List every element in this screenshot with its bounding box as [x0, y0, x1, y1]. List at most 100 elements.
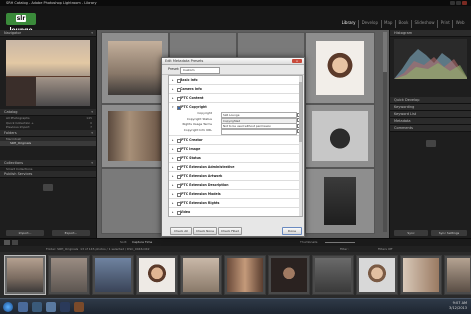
keywording-header[interactable]: Keywording — [390, 104, 471, 111]
section-iptc-creator[interactable]: ▸ IPTC Creator — [169, 136, 302, 145]
disclosure-triangle-icon[interactable]: ▸ — [172, 154, 174, 162]
module-web[interactable]: Web — [453, 20, 467, 28]
publish-services-header[interactable]: Publish Services — [0, 171, 96, 178]
thumbnail-size-slider[interactable] — [325, 242, 355, 243]
close-window-button[interactable] — [462, 1, 467, 5]
filmstrip-thumb[interactable] — [312, 255, 354, 295]
browser-icon[interactable] — [32, 302, 42, 312]
grid-cell[interactable] — [101, 104, 169, 168]
sort-select[interactable]: Capture Time — [132, 240, 152, 244]
folder-item[interactable]: SRH_Originals — [0, 141, 96, 146]
grid-cell[interactable] — [305, 168, 375, 234]
maximize-button[interactable] — [456, 1, 461, 5]
check-none-button[interactable]: Check None — [193, 227, 217, 235]
filmstrip-thumb[interactable] — [48, 255, 90, 295]
disclosure-triangle-icon[interactable]: ▸ — [172, 85, 174, 93]
module-book[interactable]: Book — [396, 20, 412, 28]
collections-header[interactable]: Collections ▾ — [0, 159, 96, 167]
module-print[interactable]: Print — [438, 20, 454, 28]
keyword-list-header[interactable]: Keyword List — [390, 111, 471, 118]
section-checkbox[interactable] — [177, 88, 181, 92]
check-all-button[interactable]: Check All — [170, 227, 192, 235]
section-video[interactable]: ▸ Video — [169, 208, 302, 216]
disclosure-triangle-icon[interactable]: ▸ — [172, 76, 174, 84]
filmstrip-thumb[interactable] — [268, 255, 310, 295]
module-library[interactable]: Library — [339, 20, 360, 28]
section-checkbox[interactable] — [177, 97, 181, 101]
section-checkbox[interactable] — [177, 201, 181, 206]
folders-header[interactable]: Folders ▾ — [0, 129, 96, 137]
grid-view-icon[interactable] — [4, 240, 10, 245]
section-iptc-image[interactable]: ▸ IPTC Image — [169, 145, 302, 154]
grid-scroll-thumb[interactable] — [383, 32, 387, 72]
filmstrip-source[interactable]: Folder: SRH_Originals — [46, 247, 78, 251]
check-filled-button[interactable]: Check Filled — [218, 227, 242, 235]
filmstrip-thumb[interactable] — [136, 255, 178, 295]
minimize-button[interactable] — [450, 1, 455, 5]
section-camera-info[interactable]: ▸ Camera Info — [169, 85, 302, 94]
sync-button[interactable]: Sync — [394, 230, 428, 236]
section-checkbox[interactable] — [177, 210, 181, 215]
disclosure-triangle-icon[interactable]: ▸ — [172, 136, 174, 144]
section-checkbox[interactable] — [177, 79, 181, 83]
section-iptc-ext-models[interactable]: ▸ IPTC Extension Models — [169, 190, 302, 199]
disclosure-triangle-icon[interactable]: ▸ — [172, 145, 174, 153]
loupe-view-icon[interactable] — [12, 240, 18, 245]
dialog-scroll-thumb[interactable] — [299, 82, 302, 142]
disclosure-triangle-open-icon[interactable]: ▾ — [172, 103, 174, 111]
module-slideshow[interactable]: Slideshow — [412, 20, 439, 28]
section-iptc-status[interactable]: ▸ IPTC Status — [169, 154, 302, 163]
section-checkbox[interactable] — [177, 192, 181, 197]
comments-header[interactable]: Comments — [390, 125, 471, 132]
section-basic-info[interactable]: ▸ Basic Info — [169, 76, 302, 85]
section-iptc-ext-description[interactable]: ▸ IPTC Extension Description — [169, 181, 302, 190]
export-button[interactable]: Export... — [52, 230, 90, 236]
section-checkbox[interactable] — [177, 156, 181, 161]
section-checkbox[interactable] — [177, 174, 181, 179]
module-map[interactable]: Map — [382, 20, 396, 28]
done-button[interactable]: Done — [282, 227, 302, 235]
catalog-header[interactable]: Catalog ▾ — [0, 109, 96, 116]
grid-cell[interactable] — [305, 32, 375, 104]
section-checkbox[interactable] — [177, 147, 181, 152]
filmstrip-thumb[interactable] — [180, 255, 222, 295]
disclosure-triangle-icon[interactable]: ▸ — [172, 190, 174, 198]
copyright-url-input[interactable] — [221, 128, 297, 135]
filmstrip-thumb[interactable] — [444, 255, 471, 295]
dialog-close-button[interactable]: x — [292, 59, 302, 63]
sync-settings-button[interactable]: Sync Settings — [431, 230, 467, 236]
section-iptc-ext-administrative[interactable]: ▸ IPTC Extension Administrative — [169, 163, 302, 172]
filmstrip-thumb[interactable] — [224, 255, 266, 295]
section-iptc-ext-artwork[interactable]: ▸ IPTC Extension Artwork — [169, 172, 302, 181]
app-icon[interactable] — [74, 302, 84, 312]
start-button-icon[interactable] — [3, 302, 13, 312]
grid-cell[interactable] — [101, 168, 169, 234]
section-checkbox[interactable] — [177, 165, 181, 170]
disclosure-triangle-icon[interactable]: ▸ — [172, 163, 174, 171]
disclosure-triangle-icon[interactable]: ▸ — [172, 94, 174, 102]
section-checkbox[interactable] — [177, 106, 181, 110]
filmstrip-thumb[interactable] — [4, 255, 46, 295]
disclosure-triangle-icon[interactable]: ▸ — [172, 172, 174, 180]
module-develop[interactable]: Develop — [359, 20, 382, 28]
explorer-icon[interactable] — [18, 302, 28, 312]
grid-cell[interactable] — [305, 104, 375, 168]
disclosure-triangle-icon[interactable]: ▸ — [172, 208, 174, 216]
section-iptc-ext-rights[interactable]: ▸ IPTC Extension Rights — [169, 199, 302, 208]
navigator-header[interactable]: Navigator ▾ — [0, 30, 96, 37]
section-checkbox[interactable] — [177, 138, 181, 143]
filmstrip-thumb[interactable] — [92, 255, 134, 295]
photoshop-icon[interactable] — [60, 302, 70, 312]
disclosure-triangle-icon[interactable]: ▸ — [172, 181, 174, 189]
dialog-scrollbar[interactable] — [299, 76, 302, 216]
grid-scrollbar[interactable] — [383, 32, 387, 232]
section-checkbox[interactable] — [177, 183, 181, 188]
filmstrip-thumb[interactable] — [356, 255, 398, 295]
histogram-header[interactable]: Histogram — [390, 30, 471, 37]
metadata-header[interactable]: Metadata — [390, 118, 471, 125]
disclosure-triangle-icon[interactable]: ▸ — [172, 199, 174, 207]
preset-select[interactable]: Custom — [180, 67, 220, 74]
system-clock[interactable]: 9:07 AM 3/12/2013 — [449, 301, 467, 311]
navigator-preview[interactable] — [6, 40, 90, 106]
grid-cell[interactable] — [101, 32, 169, 104]
